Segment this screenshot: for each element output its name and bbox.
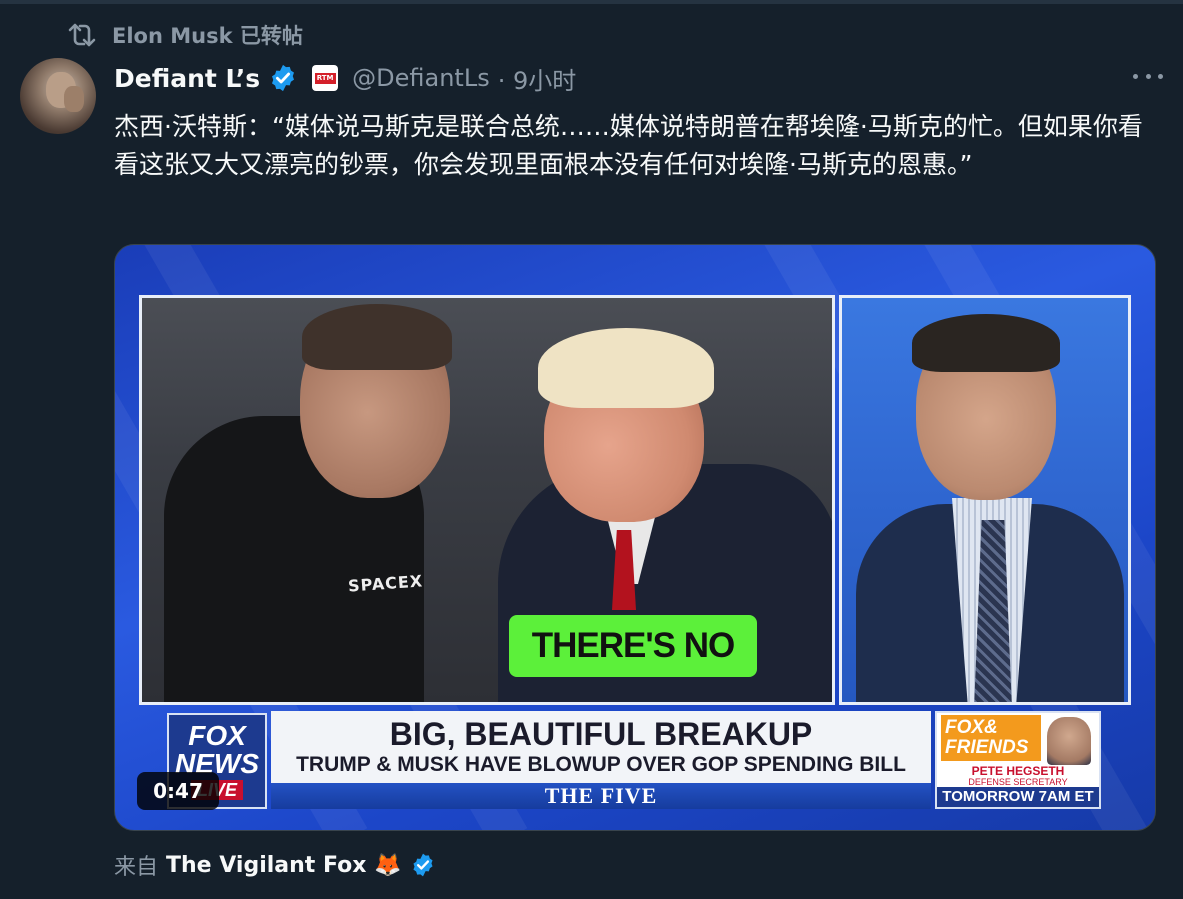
affiliate-badge[interactable]: RTM [312, 65, 339, 91]
video-player[interactable]: SPACEX THERE'S NO FOX NEWS LIVE BIG, BEA… [114, 244, 1156, 831]
promo-box: FOX& FRIENDS PETE HEGSETH DEFENSE SECRET… [935, 711, 1101, 809]
video-duration: 0:47 [137, 772, 219, 810]
repost-icon [68, 23, 96, 47]
author-name[interactable]: Defiant L’s [114, 64, 260, 93]
more-options-icon[interactable] [1133, 66, 1163, 86]
news-lower-third: FOX NEWS LIVE BIG, BEAUTIFUL BREAKUP TRU… [167, 709, 1101, 809]
repost-indicator[interactable]: Elon Musk 已转帖 [66, 18, 303, 52]
video-frame-right [839, 295, 1131, 705]
source-account-name[interactable]: The Vigilant Fox [166, 853, 366, 878]
avatar[interactable] [20, 58, 96, 134]
post-time[interactable]: · 9小时 [498, 61, 577, 96]
verified-badge-icon[interactable] [410, 852, 436, 878]
guest-photo [1047, 717, 1091, 765]
source-prefix: 来自 [114, 855, 159, 880]
guest-title: DEFENSE SECRETARY [968, 777, 1068, 787]
fox-emoji-icon: 🦊 [374, 852, 402, 878]
fox-friends-logo: FOX& FRIENDS [941, 715, 1041, 761]
video-source: 来自 The Vigilant Fox 🦊 [114, 848, 436, 882]
subheadline: TRUMP & MUSK HAVE BLOWUP OVER GOP SPENDI… [296, 753, 906, 776]
video-caption: THERE'S NO [509, 615, 757, 677]
headline: BIG, BEAUTIFUL BREAKUP [389, 716, 813, 752]
tweet-text: 杰西·沃特斯：“媒体说马斯克是联合总统……媒体说特朗普在帮埃隆·马斯克的忙。但如… [114, 112, 1143, 179]
author-handle[interactable]: @DefiantLs [352, 64, 490, 92]
repost-text: Elon Musk 已转帖 [112, 24, 303, 48]
promo-time: TOMORROW 7AM ET [937, 787, 1099, 807]
guest-name: PETE HEGSETH [971, 764, 1065, 778]
show-name: THE FIVE [271, 783, 931, 809]
top-divider [0, 0, 1183, 4]
chyron-headline: BIG, BEAUTIFUL BREAKUP TRUMP & MUSK HAVE… [271, 711, 931, 783]
tweet-header: Defiant L’s RTM @DefiantLs · 9小时 [114, 60, 576, 96]
verified-badge-icon[interactable] [268, 63, 298, 93]
